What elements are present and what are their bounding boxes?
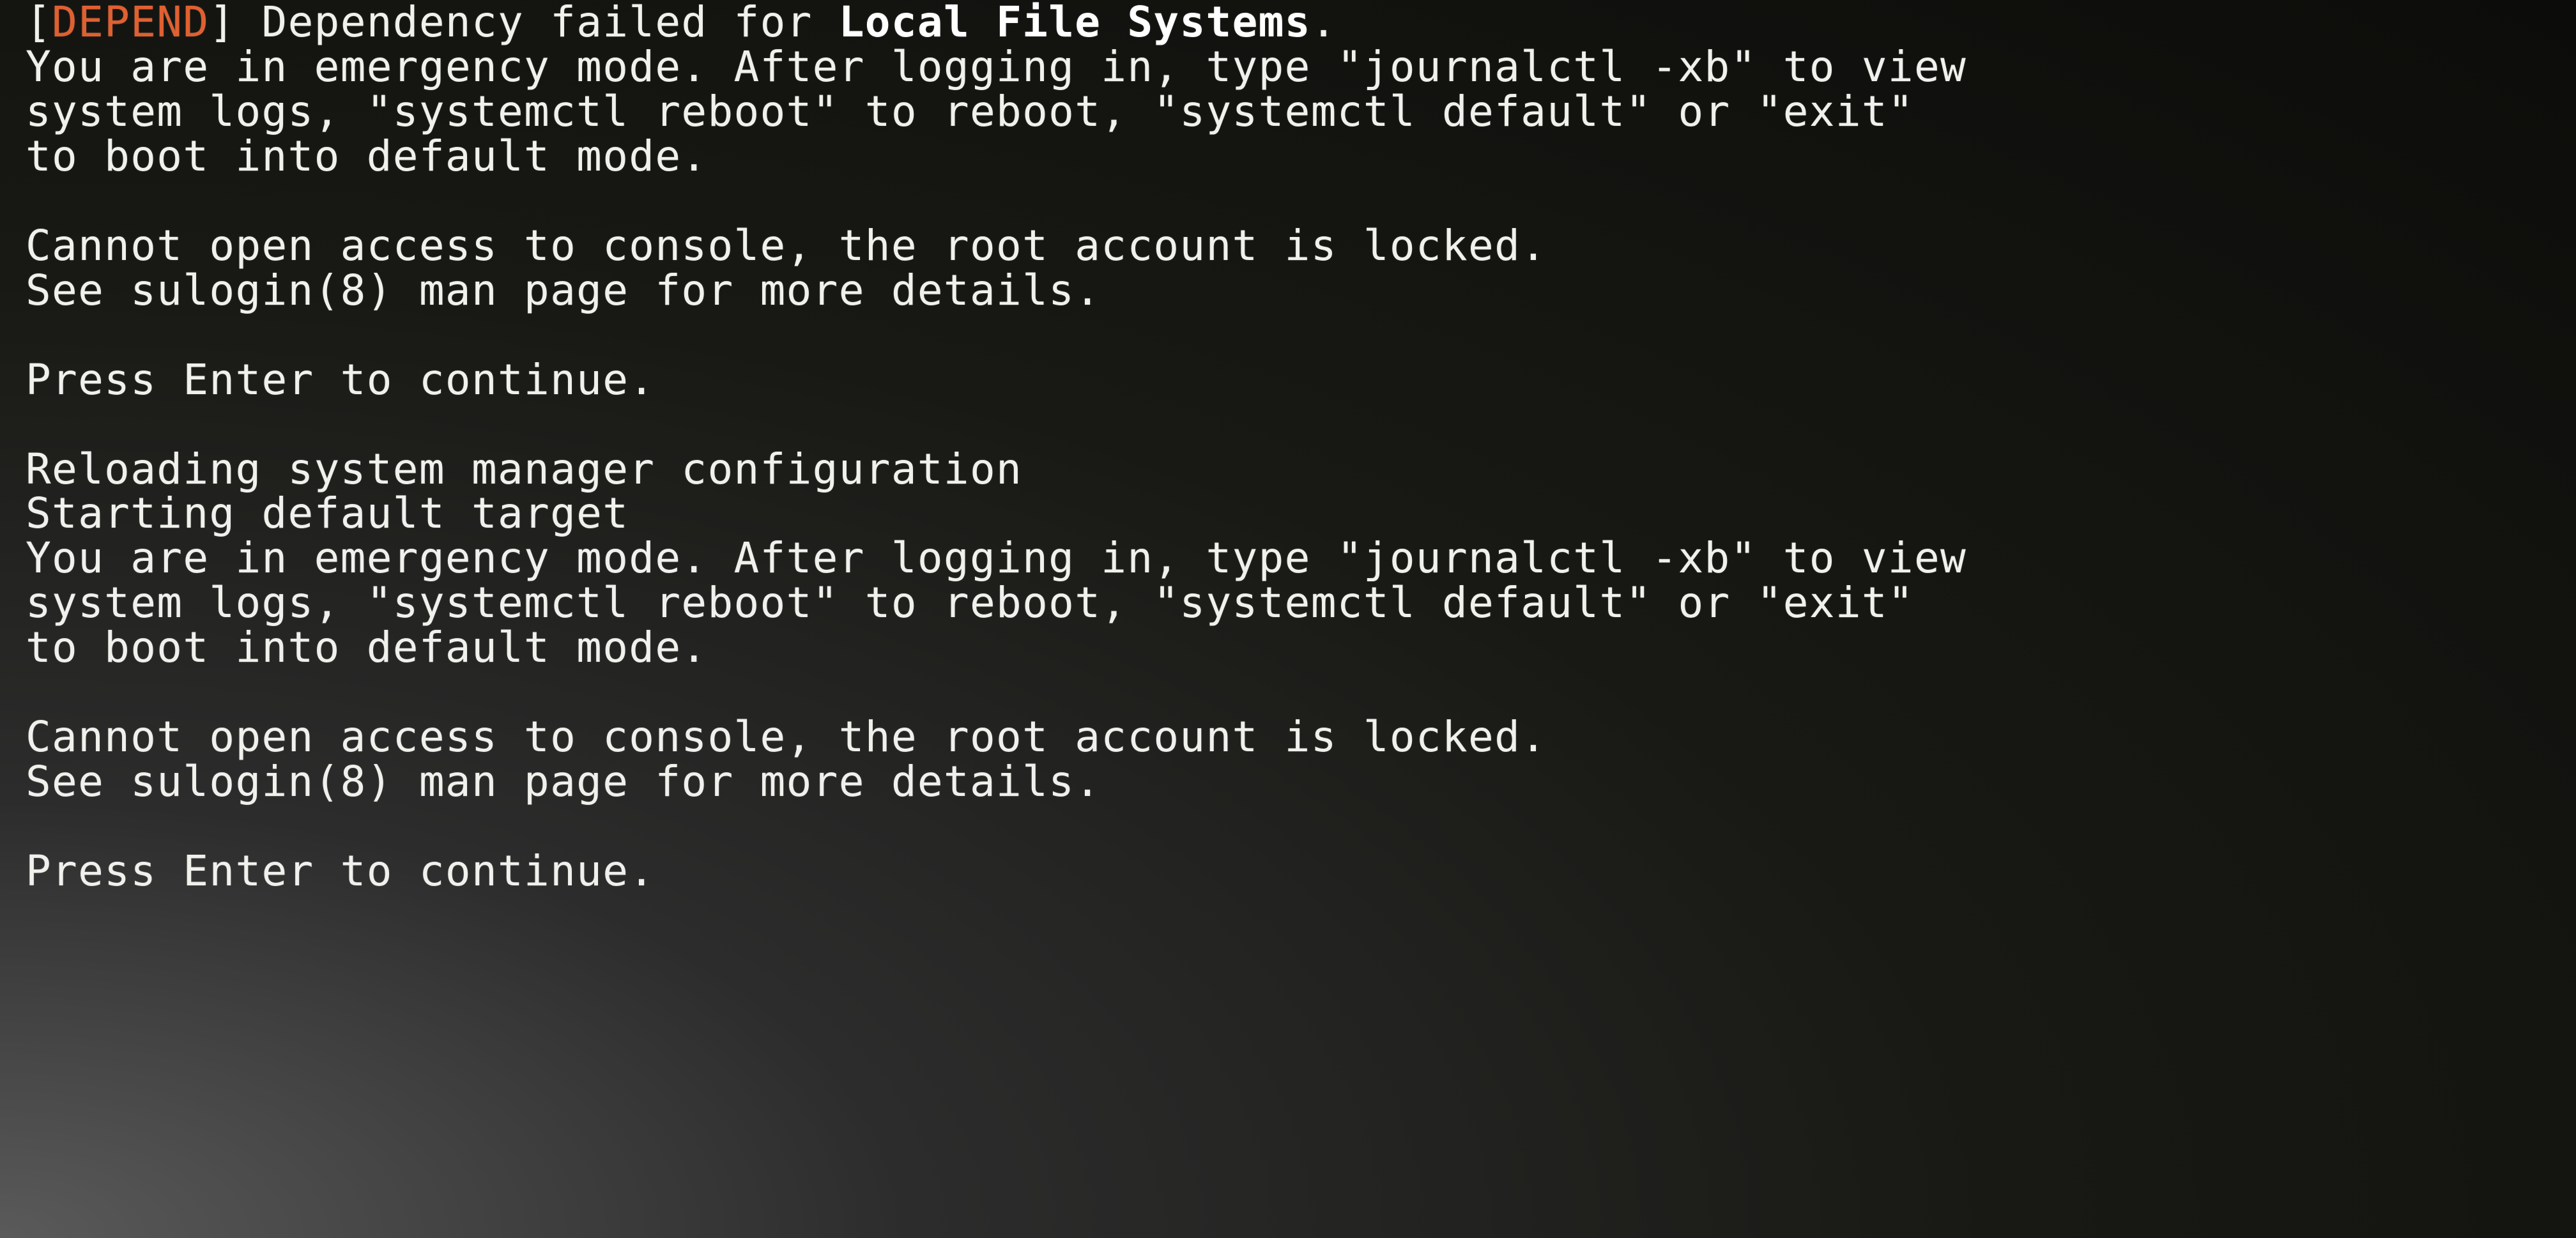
console-line: Press Enter to continue.	[26, 849, 2576, 894]
console-text: You are in emergency mode. After logging…	[26, 42, 1966, 91]
console-text: See sulogin(8) man page for more details…	[26, 266, 1101, 315]
depend-tag: DEPEND	[52, 0, 209, 47]
console-line	[26, 670, 2576, 715]
depend-message-pre: Dependency failed for	[262, 0, 839, 47]
console-text: to boot into default mode.	[26, 132, 707, 181]
console-text: system logs, "systemctl reboot" to reboo…	[26, 87, 1914, 136]
bracket-close: ]	[209, 0, 261, 47]
console-text: See sulogin(8) man page for more details…	[26, 757, 1101, 806]
console-line: to boot into default mode.	[26, 625, 2576, 670]
console-line: See sulogin(8) man page for more details…	[26, 268, 2576, 313]
console-text: You are in emergency mode. After logging…	[26, 533, 1966, 583]
console-line	[26, 804, 2576, 849]
console-line	[26, 179, 2576, 224]
console-line: See sulogin(8) man page for more details…	[26, 760, 2576, 804]
depend-message-post: .	[1311, 0, 1337, 47]
console-output: [DEPEND] Dependency failed for Local Fil…	[0, 0, 2576, 894]
console-text: Press Enter to continue.	[26, 846, 655, 896]
console-line: Press Enter to continue.	[26, 358, 2576, 402]
console-line: You are in emergency mode. After logging…	[26, 45, 2576, 89]
console-text: Cannot open access to console, the root …	[26, 221, 1547, 270]
console-line: Cannot open access to console, the root …	[26, 224, 2576, 268]
console-line: system logs, "systemctl reboot" to reboo…	[26, 89, 2576, 134]
console-line: [DEPEND] Dependency failed for Local Fil…	[26, 0, 2576, 45]
console-text: system logs, "systemctl reboot" to reboo…	[26, 578, 1914, 627]
console-text: Press Enter to continue.	[26, 355, 655, 404]
console-text: Starting default target	[26, 489, 629, 538]
console-line: You are in emergency mode. After logging…	[26, 536, 2576, 581]
bracket-open: [	[26, 0, 52, 47]
console-line: Starting default target	[26, 491, 2576, 536]
console-text: Reloading system manager configuration	[26, 445, 1022, 494]
console-text: to boot into default mode.	[26, 623, 707, 672]
console-text: Cannot open access to console, the root …	[26, 712, 1547, 761]
console-line	[26, 402, 2576, 447]
console-line	[26, 313, 2576, 358]
depend-message-unit: Local File Systems	[839, 0, 1311, 47]
console-line: system logs, "systemctl reboot" to reboo…	[26, 581, 2576, 625]
console-line: Reloading system manager configuration	[26, 447, 2576, 492]
console-line: Cannot open access to console, the root …	[26, 715, 2576, 760]
console-line: to boot into default mode.	[26, 134, 2576, 179]
